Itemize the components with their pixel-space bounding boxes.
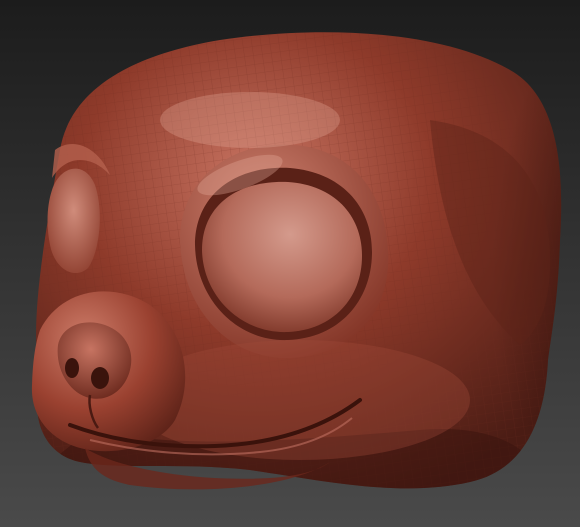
- left-eye-socket: [47, 168, 100, 274]
- viewport-canvas[interactable]: [0, 0, 580, 527]
- sculpt-viewport[interactable]: [0, 0, 580, 527]
- forehead-highlight: [160, 92, 340, 148]
- nostril-right: [91, 367, 109, 389]
- nostril-left: [65, 358, 79, 378]
